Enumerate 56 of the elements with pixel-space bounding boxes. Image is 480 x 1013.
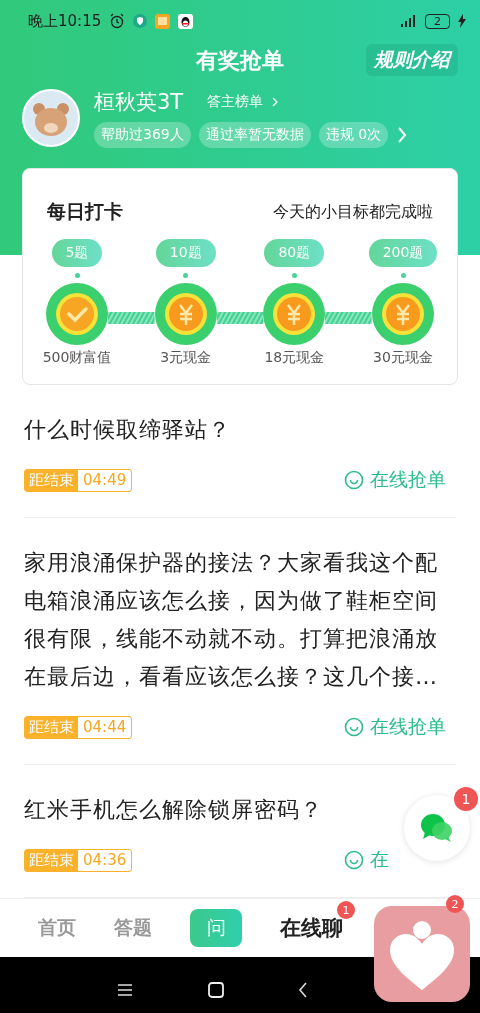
user-name: 桓秋英3T bbox=[94, 89, 184, 116]
goal-bubble: 80题 bbox=[264, 239, 325, 267]
question-text[interactable]: 什么时候取缔驿站？ bbox=[24, 411, 231, 449]
countdown-time: 04:49 bbox=[82, 469, 128, 491]
penguin-icon bbox=[178, 13, 194, 29]
notification-badge: 1 bbox=[454, 787, 478, 811]
smile-icon bbox=[344, 850, 364, 870]
countdown-label: 距结束 bbox=[25, 469, 78, 491]
chat-float-button[interactable] bbox=[404, 795, 470, 861]
app-icon bbox=[155, 13, 171, 29]
stat-pill: 帮助过369人 bbox=[94, 122, 191, 148]
nav-tab[interactable]: 首页 bbox=[38, 915, 76, 941]
bear-avatar bbox=[22, 89, 80, 147]
countdown-time: 04:36 bbox=[82, 849, 128, 871]
grab-order-link[interactable]: 在线抢单 bbox=[344, 714, 446, 740]
card-title: 每日打卡 bbox=[47, 199, 123, 224]
chevron-right-icon bbox=[271, 97, 280, 107]
nav-tab[interactable]: 答题 bbox=[114, 915, 152, 941]
charging-icon bbox=[458, 14, 466, 28]
alarm-icon bbox=[109, 13, 126, 29]
countdown-label: 距结束 bbox=[25, 849, 78, 871]
goal-bubble: 10题 bbox=[155, 239, 216, 267]
question-text[interactable]: 家用浪涌保护器的接法？大家看我这个配电箱浪涌应该怎么接，因为做了鞋柜空间很有限，线能不动就不动。打算把浪涌放在最后边，看看应该怎么接？这几个接… bbox=[24, 544, 456, 696]
page-title: 有奖抢单 bbox=[196, 47, 284, 75]
progress-segment bbox=[216, 312, 264, 324]
goal-bubble: 200题 bbox=[368, 239, 438, 267]
grab-order-link[interactable]: 在 bbox=[344, 847, 389, 873]
back-icon[interactable] bbox=[298, 981, 309, 998]
shield-icon bbox=[133, 14, 148, 28]
reward-label: 500财富值 bbox=[42, 349, 112, 367]
countdown-time: 04:44 bbox=[82, 716, 128, 738]
progress-segment bbox=[325, 312, 372, 324]
battery-indicator: 2 bbox=[425, 13, 450, 29]
status-time: 晚上10:15 bbox=[28, 11, 102, 31]
chat-bubbles-icon bbox=[420, 813, 454, 843]
ask-button[interactable]: 问 bbox=[190, 909, 242, 947]
smile-icon bbox=[344, 717, 364, 737]
reward-label: 18元现金 bbox=[264, 349, 325, 367]
question-text[interactable]: 红米手机怎么解除锁屏密码？ bbox=[24, 791, 323, 829]
stat-pill: 通过率暂无数据 bbox=[198, 122, 311, 148]
reward-label: 30元现金 bbox=[373, 349, 433, 367]
smile-icon bbox=[344, 470, 364, 490]
heart-app-icon[interactable] bbox=[374, 906, 470, 1002]
reward-label: 3元现金 bbox=[160, 349, 212, 367]
rules-button[interactable]: 规则介绍 bbox=[366, 44, 458, 76]
countdown-label: 距结束 bbox=[25, 716, 78, 738]
home-icon[interactable] bbox=[207, 981, 224, 998]
goal-bubble: 5题 bbox=[51, 239, 103, 267]
checkin-status: 今天的小目标都完成啦 bbox=[273, 201, 433, 223]
progress-segment bbox=[108, 312, 155, 324]
menu-icon[interactable] bbox=[117, 982, 134, 997]
notification-badge: 1 bbox=[337, 901, 355, 919]
grab-order-link[interactable]: 在线抢单 bbox=[344, 467, 446, 493]
stat-pill: 违规 0次 bbox=[318, 122, 389, 148]
notification-badge: 2 bbox=[446, 895, 464, 913]
ranking-link[interactable]: 答主榜单 bbox=[207, 93, 280, 111]
